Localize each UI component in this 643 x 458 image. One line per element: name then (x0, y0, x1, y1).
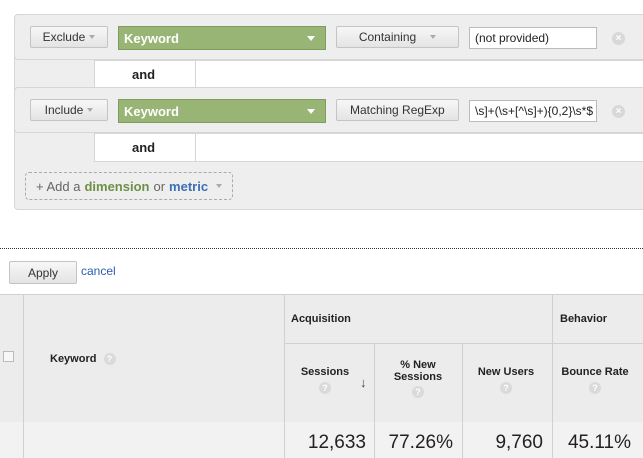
help-icon[interactable]: ? (589, 382, 601, 394)
apply-button[interactable]: Apply (9, 261, 77, 284)
chevron-down-icon (430, 35, 437, 39)
include-label: Include (44, 103, 84, 117)
divider (0, 248, 643, 249)
cancel-link[interactable]: cancel (81, 264, 116, 278)
match-type-label-2: Matching RegExp (350, 103, 445, 117)
add-dimension-or-metric-button[interactable]: + Add a dimension or metric (25, 172, 233, 200)
bounce-rate-total: 45.11% (567, 432, 631, 453)
add-or-text: or (153, 178, 166, 194)
help-icon[interactable]: ? (103, 353, 116, 365)
column-divider (374, 422, 375, 458)
and-label-1: and (132, 67, 156, 82)
dimension-select-2[interactable]: Keyword (118, 99, 326, 123)
and-label-2: and (132, 140, 156, 155)
chevron-down-icon (307, 36, 315, 41)
exclude-dropdown[interactable]: Exclude (30, 26, 108, 48)
match-type-dropdown-1[interactable]: Containing (336, 26, 459, 48)
add-metric-link[interactable]: metric (169, 179, 208, 194)
dimension-label-1: Keyword (124, 30, 179, 46)
header-divider (284, 343, 643, 344)
bounce-rate-header-label: Bounce Rate (561, 366, 629, 378)
remove-condition-2-close-icon[interactable]: × (612, 105, 625, 118)
new-users-header-label: New Users (477, 366, 535, 378)
new-sessions-column-header[interactable]: % New Sessions ? (380, 359, 456, 398)
chevron-down-icon (216, 184, 223, 188)
exclude-label: Exclude (42, 30, 86, 44)
include-dropdown[interactable]: Include (30, 99, 108, 121)
sessions-total: 12,633 (307, 432, 366, 453)
column-divider (462, 422, 463, 458)
remove-condition-1-close-icon[interactable]: × (612, 32, 625, 45)
new-sessions-header-label: % New Sessions (393, 359, 443, 383)
and-row-1-right (195, 60, 643, 89)
match-type-dropdown-2[interactable]: Matching RegExp (336, 99, 459, 121)
bounce-rate-column-header[interactable]: Bounce Rate ? (556, 366, 634, 394)
dimension-select-1[interactable]: Keyword (118, 26, 326, 50)
and-row-2-right (195, 133, 643, 162)
filter-value-input-1[interactable]: (not provided) (469, 27, 597, 49)
filter-value-1: (not provided) (475, 31, 550, 45)
column-divider (284, 422, 285, 458)
column-divider (23, 422, 24, 458)
filter-value-2: \s]+(\s+[^\s]+){0,2}\s*$ (475, 104, 594, 118)
new-sessions-total: 77.26% (388, 432, 453, 453)
add-prefix: + Add a (36, 178, 81, 194)
help-icon[interactable]: ? (500, 382, 512, 394)
select-all-checkbox[interactable] (3, 351, 14, 362)
help-icon[interactable]: ? (412, 386, 424, 398)
acquisition-group-header: Acquisition (291, 313, 351, 325)
add-dimension-link[interactable]: dimension (84, 179, 149, 194)
new-users-column-header[interactable]: New Users ? (468, 366, 544, 394)
filter-value-input-2[interactable]: \s]+(\s+[^\s]+){0,2}\s*$ (469, 100, 597, 122)
match-type-label-1: Containing (358, 30, 417, 44)
keyword-header-label: Keyword (50, 353, 97, 365)
behavior-group-header: Behavior (560, 313, 608, 325)
chevron-down-icon (87, 108, 94, 112)
help-icon[interactable]: ? (319, 382, 331, 394)
sessions-column-header[interactable]: Sessions ? (290, 366, 360, 394)
chevron-down-icon (89, 35, 96, 39)
sessions-header-label: Sessions (300, 366, 350, 378)
sort-descending-icon[interactable]: ↓ (360, 375, 367, 390)
chevron-down-icon (307, 109, 315, 114)
new-users-total: 9,760 (495, 432, 543, 453)
keyword-column-header[interactable]: Keyword ? (50, 353, 116, 365)
dimension-label-2: Keyword (124, 103, 179, 119)
column-divider (552, 422, 553, 458)
